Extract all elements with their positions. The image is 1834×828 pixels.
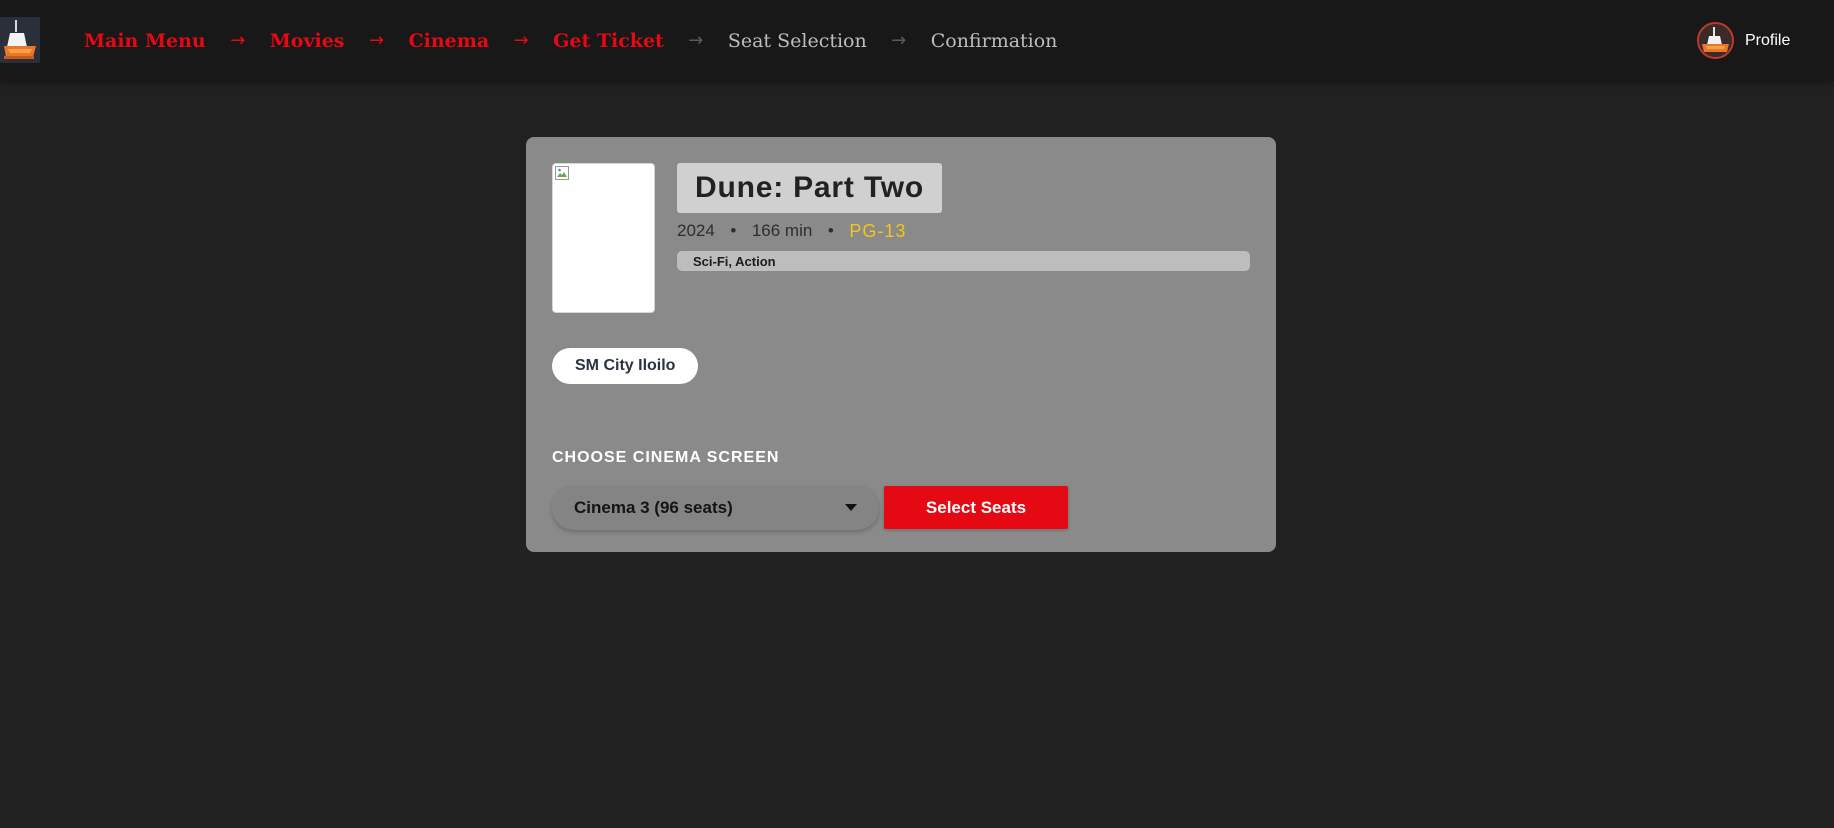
- movie-title-box: Dune: Part Two: [677, 163, 942, 213]
- profile-avatar-icon[interactable]: [1697, 22, 1734, 59]
- breadcrumb-main-menu[interactable]: Main Menu: [84, 30, 206, 52]
- select-seats-button[interactable]: Select Seats: [884, 486, 1068, 529]
- breadcrumb: Main Menu → Movies → Cinema → Get Ticket…: [84, 0, 1057, 81]
- cinema-logo-icon[interactable]: [0, 17, 40, 63]
- movie-poster: [552, 163, 655, 313]
- movie-rating: PG-13: [849, 220, 907, 241]
- meta-separator: •: [730, 221, 737, 240]
- movie-year: 2024: [677, 221, 715, 240]
- breadcrumb-separator-arrow-icon: →: [368, 30, 385, 51]
- breadcrumb-separator-arrow-icon: →: [688, 30, 704, 51]
- breadcrumb-separator-arrow-icon: →: [513, 30, 529, 51]
- breadcrumb-cinema[interactable]: Cinema: [409, 30, 490, 52]
- movie-title: Dune: Part Two: [695, 171, 924, 204]
- breadcrumb-seat-selection: Seat Selection: [727, 29, 867, 52]
- breadcrumb-get-ticket[interactable]: Get Ticket: [553, 30, 664, 52]
- movie-meta: 2024 • 166 min • PG-13: [677, 219, 906, 243]
- breadcrumb-separator-arrow-icon: →: [230, 30, 246, 51]
- profile-button[interactable]: Profile: [1697, 22, 1790, 59]
- breadcrumb-movies[interactable]: Movies: [270, 30, 345, 52]
- cinema-screen-select[interactable]: Cinema 3 (96 seats): [552, 486, 879, 530]
- broken-image-icon: [555, 166, 569, 180]
- chevron-down-icon: [845, 504, 857, 511]
- movie-duration: 166 min: [751, 221, 813, 240]
- cinema-screen-selected-value: Cinema 3 (96 seats): [574, 498, 733, 517]
- genre-tag: Sci-Fi, Action: [677, 251, 1250, 271]
- profile-label[interactable]: Profile: [1745, 32, 1790, 50]
- ticket-card: Dune: Part Two 2024 • 166 min • PG-13 Sc…: [526, 137, 1276, 552]
- top-navigation-bar: Main Menu → Movies → Cinema → Get Ticket…: [0, 0, 1834, 81]
- breadcrumb-confirmation: Confirmation: [930, 29, 1058, 52]
- meta-separator: •: [827, 221, 834, 240]
- venue-badge: SM City Iloilo: [552, 348, 699, 384]
- choose-screen-label: CHOOSE CINEMA SCREEN: [552, 449, 780, 466]
- breadcrumb-separator-arrow-icon: →: [891, 30, 907, 51]
